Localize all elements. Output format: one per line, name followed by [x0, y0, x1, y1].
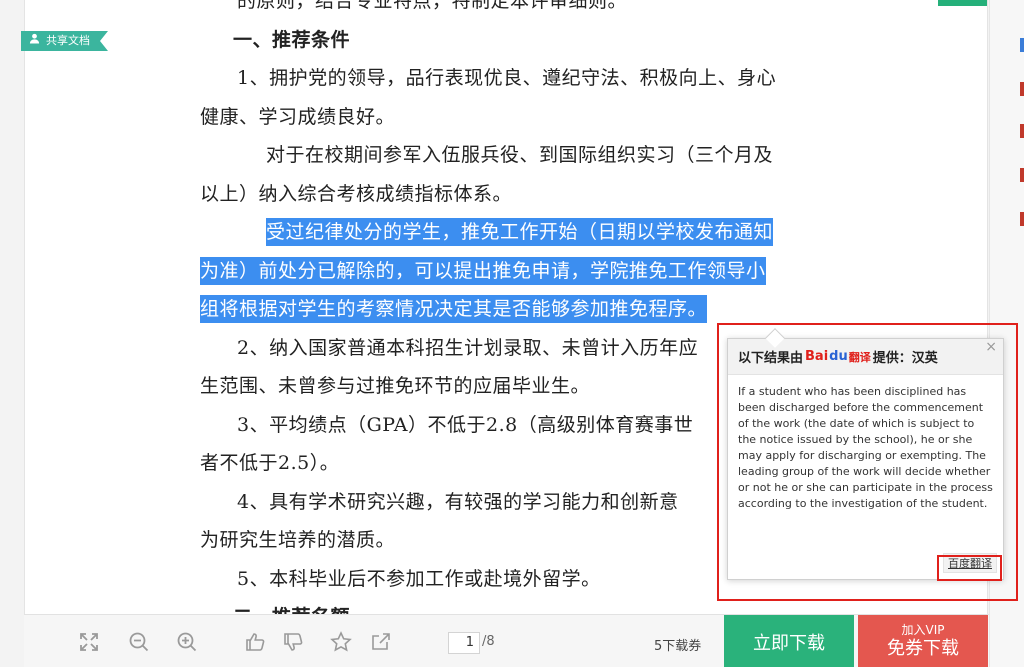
- download-coupon-count: 5下载券: [654, 639, 702, 654]
- free-download-label: 免券下载: [887, 638, 959, 659]
- selected-text: 为准）前处分已解除的，可以提出推免申请，学院推免工作领导小: [200, 256, 766, 285]
- share-badge[interactable]: 共享文档: [21, 31, 108, 51]
- selected-text: 组将根据对学生的考察情况决定其是否能够参加推免程序。: [200, 295, 708, 323]
- doc-line-selected: 受过纪律处分的学生，推免工作开始（日期以学校发布通知: [200, 213, 870, 252]
- fullscreen-icon[interactable]: [78, 631, 100, 653]
- page-number-input[interactable]: 1: [448, 632, 480, 654]
- translation-text: If a student who has been disciplined ha…: [738, 385, 993, 510]
- thumbs-down-icon[interactable]: [282, 631, 304, 653]
- download-button[interactable]: 立即下载: [724, 615, 854, 667]
- doc-line-selected: 组将根据对学生的考察情况决定其是否能够参加推免程序。: [200, 290, 870, 329]
- doc-line: 对于在校期间参军入伍服兵役、到国际组织实习（三个月及: [266, 144, 774, 166]
- close-icon[interactable]: ×: [985, 339, 997, 355]
- source-link-highlight-box: [937, 555, 1002, 581]
- doc-line: 健康、学习成绩良好。: [200, 105, 396, 128]
- baidu-logo-text: Bai: [805, 349, 829, 364]
- doc-line-selected: 为准）前处分已解除的，可以提出推免申请，学院推免工作领导小: [200, 252, 870, 291]
- rail-marker[interactable]: [1020, 212, 1024, 226]
- translation-header: 以下结果由 Bai du 翻译 提供：汉英: [728, 339, 1003, 375]
- thumbs-up-icon[interactable]: [244, 631, 266, 653]
- share-icon[interactable]: [370, 631, 392, 653]
- vip-label: 加入VIP: [901, 623, 945, 637]
- doc-line: 以上）纳入综合考核成绩指标体系。: [200, 182, 513, 205]
- doc-line: 的原则，结合专业特点，特制定本评审细则。: [237, 0, 628, 12]
- top-green-tab[interactable]: [938, 0, 987, 6]
- selected-text: 受过纪律处分的学生，推免工作开始（日期以学校发布通知: [266, 218, 774, 246]
- rail-marker[interactable]: [1020, 168, 1024, 182]
- share-badge-label: 共享文档: [46, 34, 90, 47]
- vip-free-download-button[interactable]: 加入VIP 免券下载: [858, 615, 988, 667]
- bottom-toolbar: 1 /8 5下载券 立即下载 加入VIP 免券下载: [24, 614, 989, 667]
- translation-header-suffix: 提供：汉英: [872, 351, 938, 366]
- user-icon: [29, 31, 40, 51]
- baidu-paw-icon: du: [829, 349, 848, 364]
- zoom-out-icon[interactable]: [128, 631, 150, 653]
- baidu-fanyi-label: 翻译: [848, 350, 871, 364]
- translation-popup: 以下结果由 Bai du 翻译 提供：汉英 × If a student who…: [727, 328, 1004, 580]
- translation-header-prefix: 以下结果由: [738, 351, 804, 366]
- doc-heading: 二、推荐名额: [200, 598, 870, 614]
- doc-line: 1、拥护党的领导，品行表现优良、遵纪守法、积极向上、身心: [237, 67, 777, 89]
- rail-marker[interactable]: [1020, 124, 1024, 138]
- rail-marker[interactable]: [1020, 82, 1024, 96]
- doc-heading: 一、推荐条件: [233, 28, 351, 51]
- zoom-in-icon[interactable]: [176, 631, 198, 653]
- rail-marker[interactable]: [1020, 38, 1024, 52]
- page-total: /8: [482, 634, 495, 649]
- star-icon[interactable]: [330, 631, 352, 653]
